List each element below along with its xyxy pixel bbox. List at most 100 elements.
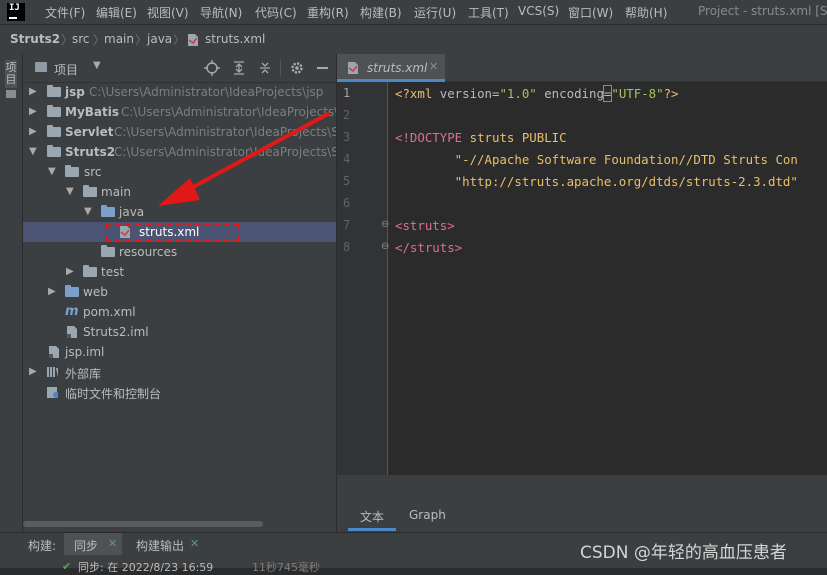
tree-item-label: test [101, 265, 125, 279]
tree-item-test[interactable]: ▶ test [23, 262, 336, 282]
minimize-icon[interactable] [317, 67, 328, 69]
check-icon: ✔ [62, 560, 72, 573]
tree-item-label: Struts2.iml [83, 325, 149, 339]
code-line-3: <!DOCTYPE struts PUBLIC [395, 130, 567, 145]
chevron-right-icon[interactable]: ▶ [29, 366, 39, 377]
chevron-down-icon[interactable]: ▼ [29, 146, 39, 157]
menu-tools[interactable]: 工具(T) [468, 4, 509, 21]
chevron-right-icon[interactable]: ▶ [48, 286, 58, 297]
tree-item-label: pom.xml [83, 305, 136, 319]
locate-icon[interactable] [204, 60, 220, 76]
tree-item-label: 临时文件和控制台 [65, 387, 162, 401]
chevron-down-icon[interactable]: ▼ [84, 206, 94, 217]
code-token: "1.0" [499, 86, 537, 101]
module-folder-icon [47, 125, 61, 137]
chevron-down-icon[interactable]: ▼ [66, 186, 76, 197]
tree-item-label: Servlet [65, 125, 114, 139]
editor-tab-struts-xml[interactable]: struts.xml ✕ [337, 54, 445, 82]
menu-help[interactable]: 帮助(H) [625, 4, 667, 21]
chevron-right-icon[interactable]: ▶ [29, 106, 39, 117]
tree-item-label: MyBatis [65, 105, 119, 119]
folder-icon [83, 265, 97, 277]
code-token: version [439, 86, 492, 101]
tree-item-web[interactable]: ▶ web [23, 282, 336, 302]
line-number: 5 [343, 174, 351, 188]
window-title: Project - struts.xml [St [698, 4, 827, 18]
tab-text[interactable]: 文本 [347, 508, 397, 531]
scratch-icon [47, 387, 58, 398]
code-token: PUBLIC [521, 130, 567, 145]
menu-build[interactable]: 构建(B) [360, 4, 402, 21]
project-panel-header: 项目 ▼ [23, 54, 336, 83]
close-icon[interactable]: ✕ [108, 537, 117, 550]
tab-build-output[interactable]: 构建输出 [136, 537, 184, 554]
tree-item-label: jsp [65, 85, 85, 99]
tree-item-label: java [119, 205, 145, 219]
structure-icon[interactable] [6, 90, 16, 98]
build-status: 同步: 在 2022/8/23 16:59 [78, 561, 214, 574]
menu-file[interactable]: 文件(F) [45, 4, 85, 21]
close-icon[interactable]: ✕ [190, 537, 199, 550]
tree-item-label: web [83, 285, 108, 299]
module-folder-icon [47, 145, 61, 157]
menu-run[interactable]: 运行(U) [414, 4, 456, 21]
code-line-1: <?xml version="1.0" encoding="UTF-8"?> [395, 85, 679, 102]
menu-view[interactable]: 视图(V) [147, 4, 189, 21]
tree-item-external-libraries[interactable]: ▶ 外部库 [23, 362, 336, 382]
web-folder-icon [65, 285, 79, 297]
line-number: 4 [343, 152, 351, 166]
code-line-7: <struts> [395, 218, 455, 233]
chevron-down-icon[interactable]: ▼ [48, 166, 58, 177]
watermark: CSDN @年轻的高血压患者 [580, 543, 787, 563]
folder-icon [83, 185, 97, 197]
menu-edit[interactable]: 编辑(E) [96, 4, 137, 21]
menu-refactor[interactable]: 重构(R) [307, 4, 349, 21]
intellij-logo-icon: IJ [7, 3, 25, 21]
project-panel-title[interactable]: 项目 [54, 61, 78, 78]
tab-graph[interactable]: Graph [409, 508, 446, 522]
code-editor[interactable]: <?xml version="1.0" encoding="UTF-8"?> <… [389, 82, 827, 475]
tree-item-pom[interactable]: m pom.xml [23, 302, 336, 322]
tree-item-label: Struts2 [65, 145, 116, 159]
menu-vcs[interactable]: VCS(S) [518, 4, 559, 18]
close-icon[interactable]: ✕ [429, 60, 438, 73]
line-number: 7 [343, 218, 351, 232]
annotation-arrow [158, 112, 330, 206]
horizontal-scrollbar[interactable] [23, 521, 263, 527]
code-token: "UTF-8" [611, 86, 664, 101]
build-timing: 11秒745毫秒 [252, 561, 320, 574]
tab-sync-label: 同步 [74, 539, 99, 553]
breadcrumb-java[interactable]: java [147, 32, 172, 46]
chevron-right-icon[interactable]: ▶ [29, 86, 39, 97]
breadcrumb-project[interactable]: Struts2 [10, 32, 60, 46]
code-token: encoding [536, 86, 604, 101]
tree-item-resources[interactable]: resources [23, 242, 336, 262]
chevron-right-icon[interactable]: ▶ [29, 126, 39, 137]
menu-navigate[interactable]: 导航(N) [200, 4, 242, 21]
module-folder-icon [47, 105, 61, 117]
tab-sync[interactable]: 同步 ✕ [64, 533, 122, 555]
tree-item-label: main [101, 185, 131, 199]
line-number: 8 [343, 240, 351, 254]
breadcrumb-src[interactable]: src [72, 32, 90, 46]
menu-code[interactable]: 代码(C) [255, 4, 297, 21]
line-number: 2 [343, 108, 351, 122]
project-tool-tab[interactable]: 项目 [5, 60, 17, 88]
editor-gutter: 1 2 3 4 5 6 7 8 ⊖ ⊖ [337, 82, 389, 475]
tree-item-label: src [84, 165, 102, 179]
breadcrumb-file[interactable]: struts.xml [205, 32, 265, 46]
breadcrumb-main[interactable]: main [104, 32, 134, 46]
tree-item-jsp[interactable]: ▶ jsp C:\Users\Administrator\IdeaProject… [23, 82, 336, 102]
menu-window[interactable]: 窗口(W) [568, 4, 613, 21]
tree-item-struts-xml[interactable]: struts.xml [23, 222, 336, 242]
tree-item-scratches[interactable]: 临时文件和控制台 [23, 382, 336, 402]
collapse-all-icon[interactable] [257, 60, 273, 76]
chevron-right-icon[interactable]: ▶ [66, 266, 76, 277]
chevron-down-icon[interactable]: ▼ [93, 60, 101, 71]
code-token: <!DOCTYPE [395, 130, 470, 145]
tree-item-struts2-iml[interactable]: Struts2.iml [23, 322, 336, 342]
tree-item-jsp-iml[interactable]: jsp.iml [23, 342, 336, 362]
expand-all-icon[interactable] [231, 60, 247, 76]
gear-icon[interactable] [289, 60, 305, 76]
iml-file-icon [49, 346, 59, 358]
